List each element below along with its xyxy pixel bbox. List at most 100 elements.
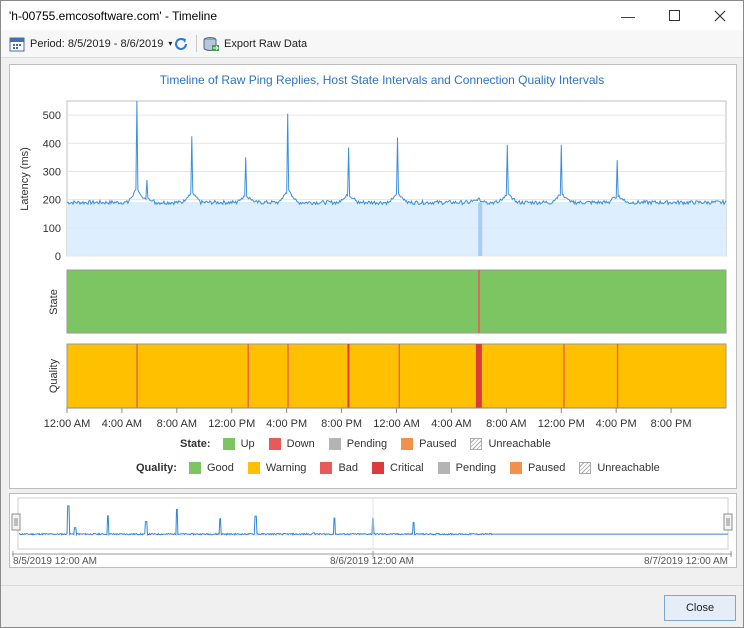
quality-marker	[398, 344, 400, 408]
quality-legend-items: Good Warning Bad Critical Pending Paused Unrea…	[188, 462, 674, 474]
legend-swatch	[268, 438, 281, 450]
legend-item: Critical	[372, 462, 424, 474]
overview-right-handle[interactable]	[723, 513, 733, 531]
legend-label: Critical	[390, 462, 424, 474]
legend-label: Pending	[346, 438, 388, 450]
quality-marker	[136, 344, 138, 408]
overview-navigator[interactable]: 8/5/2019 12:00 AM 8/6/2019 12:00 AM 8/7/…	[9, 493, 737, 568]
y-tick-label: 300	[43, 166, 61, 178]
close-window-button[interactable]	[697, 1, 743, 30]
legend-label: Warning	[265, 462, 307, 474]
minimize-button[interactable]: —	[605, 1, 651, 30]
chart-title: Timeline of Raw Ping Replies, Host State…	[160, 73, 604, 87]
quality-band	[66, 343, 727, 409]
period-label: Period: 8/5/2019 - 8/6/2019	[30, 37, 164, 50]
overview-start-label: 8/5/2019 12:00 AM	[13, 556, 97, 567]
state-down-interval	[478, 270, 480, 333]
y-tick-label: 500	[43, 110, 61, 122]
refresh-icon	[175, 37, 187, 50]
legend-swatch	[247, 462, 260, 474]
legend-item: Unreachable	[470, 438, 551, 450]
legend-label: Down	[286, 438, 315, 450]
state-legend-items: Up Down Pending Paused Unreachable	[222, 438, 565, 450]
quality-marker	[247, 344, 249, 408]
legend-label: Unreachable	[488, 438, 551, 450]
window-title: 'h-00755.emcosoftware.com' - Timeline	[9, 9, 218, 23]
close-icon	[714, 10, 726, 21]
legend-label: Good	[206, 462, 234, 474]
legend-label: Pending	[455, 462, 497, 474]
quality-marker	[616, 344, 619, 408]
refresh-button[interactable]	[173, 34, 189, 53]
legend-swatch	[470, 438, 483, 450]
legend-swatch	[222, 438, 235, 450]
state-band	[66, 269, 727, 334]
quality-marker	[287, 344, 289, 408]
timeline-chart[interactable]: Timeline of Raw Ping Replies, Host State…	[10, 65, 736, 488]
overview-chart: 8/5/2019 12:00 AM 8/6/2019 12:00 AM 8/7/…	[11, 497, 733, 567]
toolbar-separator	[196, 35, 197, 52]
legend-label: Bad	[338, 462, 359, 474]
state-legend-title: State:	[180, 438, 211, 450]
legend-swatch	[320, 462, 333, 474]
quality-legend-title: Quality:	[136, 462, 177, 474]
legend-item: Up	[222, 438, 255, 450]
x-tick-label: 12:00 PM	[208, 418, 255, 430]
legend-swatch	[372, 462, 385, 474]
legend-swatch	[401, 438, 414, 450]
export-raw-data-button[interactable]: Export Raw Data	[203, 34, 307, 53]
legend-swatch	[188, 462, 201, 474]
legend-swatch	[328, 438, 341, 450]
legend-item: Unreachable	[579, 462, 660, 474]
state-axis-label: State	[48, 289, 60, 315]
toolbar: Period: 8/5/2019 - 8/6/2019 ▾ Export Raw…	[1, 30, 743, 58]
timeline-window: 'h-00755.emcosoftware.com' - Timeline — …	[0, 0, 744, 628]
legend-swatch	[437, 462, 450, 474]
x-tick-label: 8:00 AM	[486, 418, 526, 430]
overview-mid-label: 8/6/2019 12:00 AM	[330, 556, 414, 567]
footer-divider	[1, 585, 743, 586]
x-tick-label: 8:00 AM	[157, 418, 197, 430]
x-tick-label: 4:00 AM	[102, 418, 142, 430]
y-tick-label: 200	[43, 195, 61, 207]
y-tick-label: 100	[43, 223, 61, 235]
legend-item: Good	[188, 462, 234, 474]
legend-swatch	[510, 462, 523, 474]
quality-legend: Quality: Good Warning Bad Critical Pending Pa…	[136, 462, 674, 474]
export-label: Export Raw Data	[224, 37, 308, 50]
legend-item: Down	[268, 438, 315, 450]
x-tick-label: 8:00 PM	[321, 418, 362, 430]
maximize-icon	[668, 10, 680, 21]
minimize-icon: —	[621, 7, 635, 24]
title-bar: 'h-00755.emcosoftware.com' - Timeline —	[1, 1, 743, 30]
legend-item: Bad	[320, 462, 358, 474]
legend-label: Paused	[528, 462, 566, 474]
x-tick-label: 4:00 AM	[431, 418, 471, 430]
maximize-button[interactable]	[651, 1, 697, 30]
x-tick-label: 12:00 AM	[44, 418, 90, 430]
chevron-down-icon: ▾	[168, 39, 173, 48]
legend-item: Paused	[401, 438, 456, 450]
legend-item: Pending	[437, 462, 497, 474]
x-tick-label: 4:00 PM	[266, 418, 307, 430]
overview-end-label: 8/7/2019 12:00 AM	[644, 556, 728, 567]
legend-label: Up	[240, 438, 255, 450]
overview-left-handle[interactable]	[11, 513, 21, 531]
x-tick-label: 12:00 PM	[538, 418, 585, 430]
legend-label: Paused	[419, 438, 457, 450]
legend-swatch	[579, 462, 592, 474]
x-axis-ticks: 12:00 AM 4:00 AM 8:00 AM 12:00 PM 4:00 PM 8:0…	[44, 408, 692, 430]
legend-item: Paused	[510, 462, 565, 474]
legend-item: Pending	[328, 438, 388, 450]
chart-panel: Timeline of Raw Ping Replies, Host State…	[9, 64, 737, 489]
close-button[interactable]: Close	[664, 595, 736, 621]
calendar-icon	[9, 37, 25, 51]
x-tick-label: 4:00 PM	[596, 418, 637, 430]
state-markers	[478, 270, 480, 333]
latency-axis-label: Latency (ms)	[19, 147, 31, 211]
legend-item: Warning	[247, 462, 307, 474]
period-dropdown[interactable]: Period: 8/5/2019 - 8/6/2019 ▾	[9, 34, 172, 53]
quality-marker	[347, 344, 350, 408]
y-tick-label: 400	[43, 138, 61, 150]
quality-marker	[563, 344, 565, 408]
